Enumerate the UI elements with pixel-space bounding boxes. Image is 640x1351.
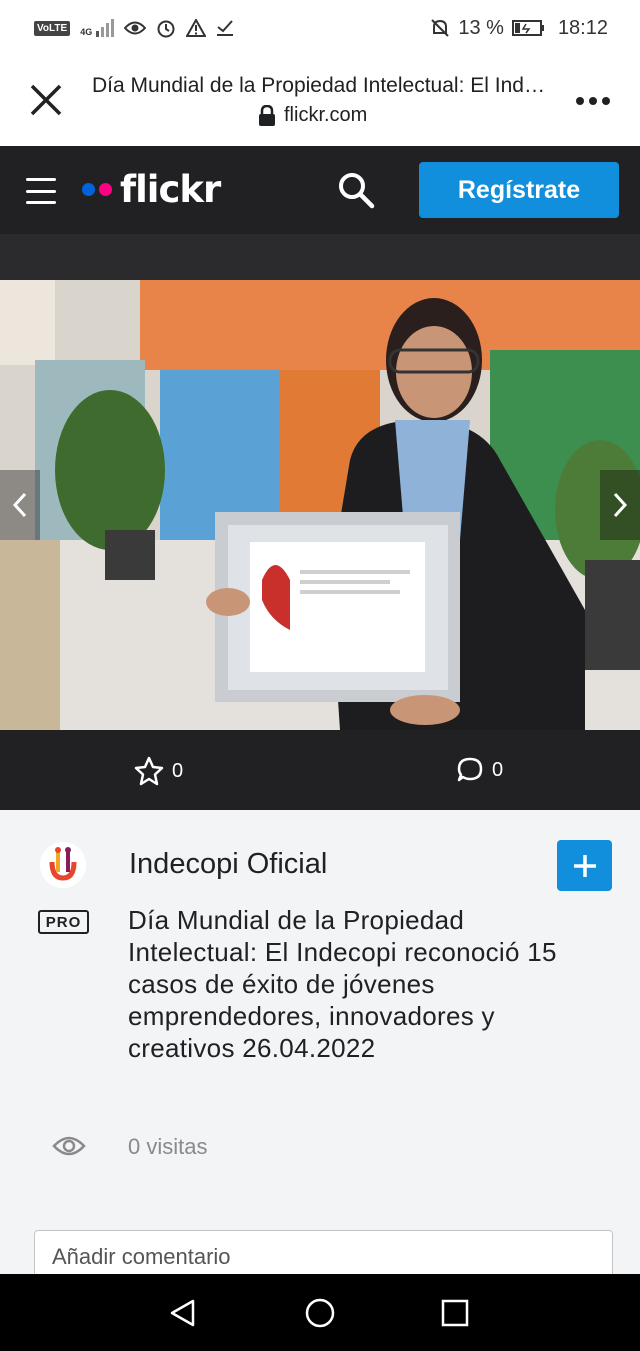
views-eye-icon	[52, 1136, 86, 1156]
download-check-icon	[217, 20, 234, 36]
header-spacer	[0, 234, 640, 280]
logo-pink-dot	[99, 183, 112, 196]
follow-button[interactable]	[557, 840, 612, 891]
favorites-count: 0	[172, 759, 184, 782]
main-photo[interactable]	[0, 280, 640, 730]
url-display[interactable]: flickr.com	[258, 104, 367, 127]
photo-info: Indecopi Oficial PRO Día Mundial de la P…	[0, 810, 640, 1286]
next-arrow-icon[interactable]	[600, 470, 640, 540]
favorite-button[interactable]: 0	[134, 756, 183, 786]
alarm-icon	[157, 20, 175, 38]
page-title: Día Mundial de la Propiedad Intelectual:…	[92, 74, 552, 97]
mute-icon	[431, 19, 450, 37]
url-domain: flickr.com	[284, 104, 368, 126]
eye-icon	[124, 21, 147, 35]
back-icon[interactable]	[168, 1298, 198, 1328]
site-header: flickr Regístrate	[0, 146, 640, 234]
photo-title: Día Mundial de la Propiedad Intelectual:…	[128, 905, 557, 1063]
pro-badge: PRO	[38, 910, 89, 934]
menu-icon[interactable]	[26, 178, 56, 204]
warning-icon	[186, 19, 207, 37]
more-options-icon[interactable]	[570, 86, 616, 116]
logo-blue-dot	[82, 183, 95, 196]
browser-toolbar: Día Mundial de la Propiedad Intelectual:…	[0, 56, 640, 146]
status-bar: VoLTE 4G 13 % 18:12	[0, 0, 640, 56]
signup-button[interactable]: Regístrate	[419, 162, 619, 218]
comments-button[interactable]: 0	[456, 756, 503, 784]
flickr-logo[interactable]: flickr	[82, 168, 221, 211]
signal-icon: 4G	[80, 19, 115, 37]
search-icon[interactable]	[336, 170, 376, 210]
plus-icon	[573, 854, 596, 877]
logo-text: flickr	[120, 168, 221, 211]
recents-icon[interactable]	[441, 1299, 469, 1327]
volte-icon: VoLTE	[34, 20, 71, 36]
battery-percent: 13 %	[458, 16, 504, 39]
close-icon[interactable]	[24, 78, 68, 122]
clock: 18:12	[557, 16, 608, 39]
battery-icon	[511, 20, 544, 36]
lock-icon	[259, 104, 275, 126]
owner-name[interactable]: Indecopi Oficial	[129, 848, 327, 881]
comments-count: 0	[492, 758, 504, 781]
home-icon[interactable]	[304, 1297, 336, 1329]
photo-illustration	[0, 280, 640, 730]
prev-arrow-icon[interactable]	[0, 470, 40, 540]
star-icon	[134, 756, 164, 786]
comment-icon	[457, 757, 483, 782]
avatar[interactable]	[40, 842, 86, 888]
photo-action-bar: 0 0	[0, 730, 640, 810]
system-navigation-bar	[0, 1274, 640, 1351]
views-count: 0 visitas	[128, 1134, 208, 1159]
